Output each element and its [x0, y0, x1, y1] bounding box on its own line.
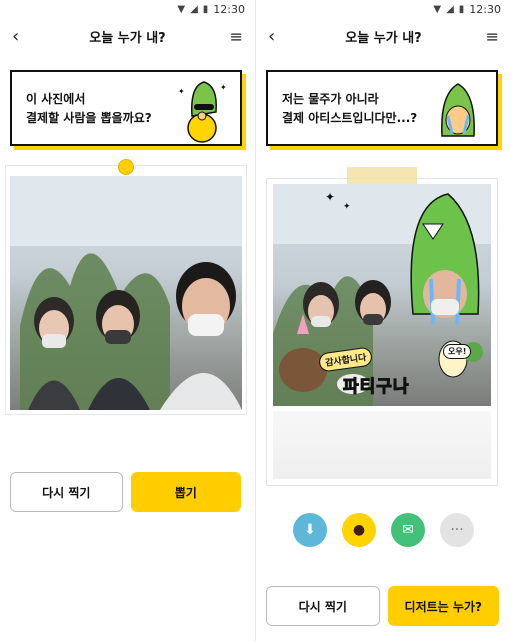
- dinosaur-mascot-icon: ✦ ✦: [178, 81, 227, 143]
- sticker-party: 파티구나: [343, 377, 410, 398]
- speech-text: 저는 물주가 아니라 결제 아티스트입니다만...?: [282, 92, 418, 125]
- photo-illustration: [10, 176, 242, 410]
- group-photo: [10, 176, 242, 410]
- more-icon[interactable]: ···: [440, 513, 474, 547]
- dessert-who-button[interactable]: 디저트는 누가?: [387, 586, 499, 626]
- result-photo: 감사합니다 오우! 파티구나 ✦ ✦: [273, 184, 491, 406]
- retake-button[interactable]: 다시 찍기: [10, 472, 123, 512]
- svg-text:✦: ✦: [178, 87, 185, 96]
- sticker-oyo: 오우!: [443, 344, 472, 359]
- speech-card: 저는 물주가 아니라 결제 아티스트입니다만...?: [266, 70, 498, 146]
- screen-select: ▼ ◢ ▮ 12:30 ‹ 오늘 누가 내? ≡ 이 사진에서 결제할 사람을 …: [0, 0, 255, 641]
- sparkle-icon: ✦: [343, 202, 351, 212]
- signal-icon: ◢: [190, 3, 198, 15]
- action-row: 다시 찍기 뽑기: [10, 472, 241, 512]
- speech-text: 이 사진에서 결제할 사람을 뽑을까요?: [26, 92, 152, 125]
- status-time: 12:30: [213, 2, 245, 16]
- sparkle-icon: ✦: [325, 190, 336, 204]
- status-time: 12:30: [469, 2, 501, 16]
- back-chevron-icon[interactable]: ‹: [12, 26, 30, 47]
- back-chevron-icon[interactable]: ‹: [268, 26, 286, 47]
- frame-paper: [273, 411, 491, 479]
- signal-icon: ◢: [446, 3, 454, 15]
- page-title: 오늘 누가 내?: [345, 30, 422, 46]
- wifi-icon: ▼: [177, 3, 186, 15]
- action-row: 다시 찍기 디저트는 누가?: [266, 586, 499, 626]
- speech-card: 이 사진에서 결제할 사람을 뽑을까요? ✦ ✦: [10, 70, 242, 146]
- app-bar: ‹ 오늘 누가 내? ≡: [0, 22, 255, 50]
- screen-result: ▼ ◢ ▮ 12:30 ‹ 오늘 누가 내? ≡ 저는 물주가 아니라 결제 아…: [256, 0, 511, 641]
- result-frame: 감사합니다 오우! 파티구나 ✦ ✦: [266, 167, 498, 486]
- status-bar: ▼ ◢ ▮ 12:30: [0, 0, 255, 18]
- message-icon[interactable]: ✉: [391, 513, 425, 547]
- status-bar: ▼ ◢ ▮ 12:30: [256, 0, 511, 18]
- share-row: ⬇ ● ✉ ···: [293, 513, 474, 547]
- app-bar: ‹ 오늘 누가 내? ≡: [256, 22, 511, 50]
- hamburger-menu-icon[interactable]: ≡: [481, 27, 499, 46]
- hamburger-menu-icon[interactable]: ≡: [225, 27, 243, 46]
- app-root: ▼ ◢ ▮ 12:30 ‹ 오늘 누가 내? ≡ 이 사진에서 결제할 사람을 …: [0, 0, 511, 641]
- photo-frame: [5, 159, 247, 415]
- wifi-icon: ▼: [433, 3, 442, 15]
- battery-icon: ▮: [458, 3, 465, 15]
- battery-icon: ▮: [202, 3, 209, 15]
- retake-button[interactable]: 다시 찍기: [266, 586, 380, 626]
- pick-button[interactable]: 뽑기: [130, 472, 241, 512]
- svg-text:✦: ✦: [220, 83, 227, 92]
- page-title: 오늘 누가 내?: [89, 30, 166, 46]
- kakao-talk-icon[interactable]: ●: [342, 513, 376, 547]
- download-icon[interactable]: ⬇: [293, 513, 327, 547]
- pin-icon: [118, 159, 134, 175]
- dinosaur-crying-icon: [441, 83, 475, 137]
